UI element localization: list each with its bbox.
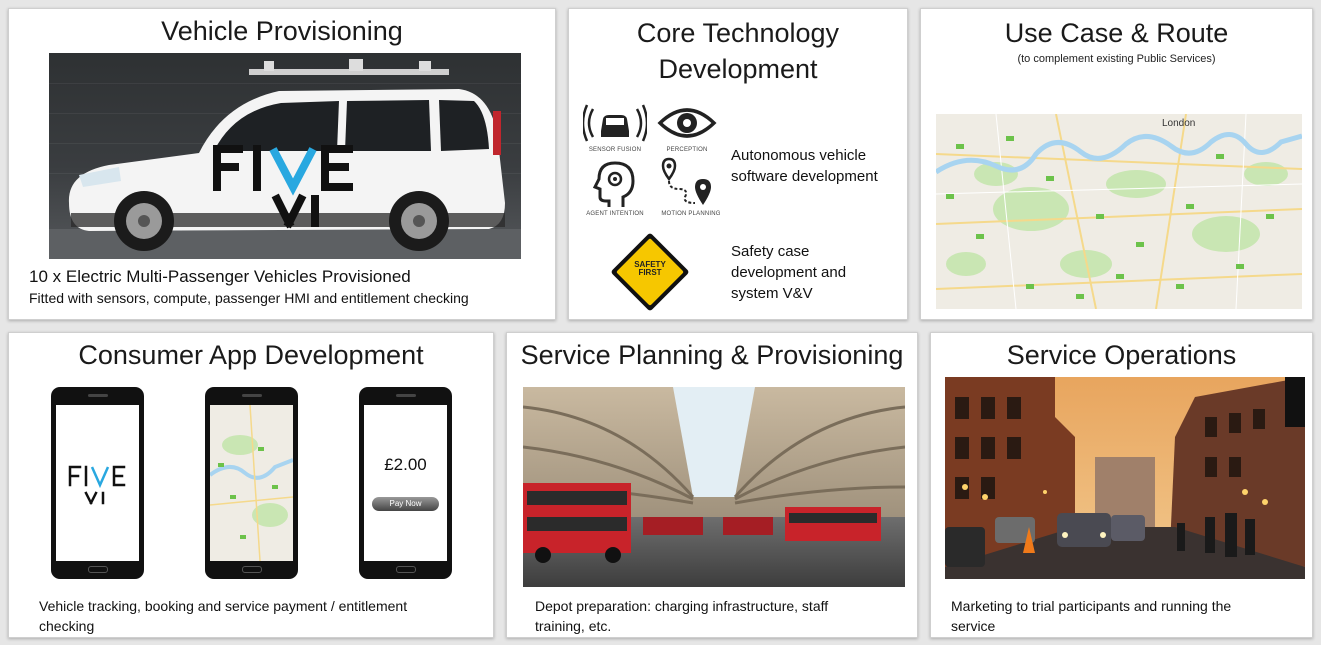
core-technology-panel: Core Technology Development Sensor Fusio… <box>568 8 908 320</box>
autonomous-software-text: Autonomous vehicle software development <box>731 145 878 187</box>
panel-subtitle: (to complement existing Public Services) <box>1017 53 1216 65</box>
panel-title: Use Case & Route <box>1004 18 1229 48</box>
service-operations-caption: Marketing to trial participants and runn… <box>951 597 1231 636</box>
text-line: Marketing to trial participants and runn… <box>951 598 1232 614</box>
phone-screen <box>56 405 139 561</box>
panel-title: Consumer App Development <box>78 340 424 370</box>
text-line: development and <box>731 264 847 281</box>
text-line: Vehicle tracking, booking and service pa… <box>39 598 408 614</box>
text-line: Safety case <box>731 243 810 260</box>
panel-title: Service Operations <box>1006 340 1237 370</box>
bus-depot-photo <box>523 387 905 587</box>
phone-screen: £2.00 Pay Now <box>364 405 447 561</box>
consumer-app-panel: Consumer App Development £2.00 Pay Now V… <box>8 332 494 638</box>
use-case-route-panel: Use Case & Route (to complement existing… <box>920 8 1313 320</box>
vehicle-caption-main: 10 x Electric Multi-Passenger Vehicles P… <box>29 267 411 286</box>
eye-icon <box>657 103 717 148</box>
vehicle-provisioning-panel: Vehicle Provisioning 10 x Electric Multi… <box>8 8 556 320</box>
phone-map-screen <box>205 387 298 579</box>
safety-sign-line2: FIRST <box>638 268 662 278</box>
phone-payment-screen: £2.00 Pay Now <box>359 387 452 579</box>
text-line: Depot preparation: charging infrastructu… <box>535 598 829 614</box>
vehicle-brand-logo <box>207 139 407 234</box>
service-planning-panel: Service Planning & Provisioning Depot pr… <box>506 332 918 638</box>
agent-intention-label: Agent Intention <box>586 211 644 217</box>
text-line: software development <box>731 168 878 185</box>
price-label: £2.00 <box>384 455 427 474</box>
consumer-app-caption: Vehicle tracking, booking and service pa… <box>39 597 407 636</box>
panel-title: Vehicle Provisioning <box>161 16 403 46</box>
perception-label: Perception <box>666 147 708 153</box>
panel-title-line1: Core Technology <box>636 18 840 48</box>
phone-brand-screen <box>51 387 144 579</box>
text-line: training, etc. <box>535 617 612 634</box>
service-planning-caption: Depot preparation: charging infrastructu… <box>535 597 828 636</box>
panel-title-line2: Development <box>658 54 818 84</box>
phone-screen <box>210 405 293 561</box>
service-operations-panel: Service Operations Marketing to trial pa… <box>930 332 1313 638</box>
text-line: system V&V <box>731 285 813 302</box>
text-line: Autonomous vehicle <box>731 147 867 164</box>
pay-now-button[interactable]: Pay Now <box>372 497 439 511</box>
sensor-fusion-icon <box>581 101 649 150</box>
motion-planning-label: Motion Planning <box>661 211 721 217</box>
map-city-label: London <box>1162 118 1196 129</box>
london-map: London <box>936 114 1302 309</box>
street-scene-photo <box>945 377 1305 579</box>
panel-title: Service Planning & Provisioning <box>520 340 904 370</box>
vehicle-caption-sub: Fitted with sensors, compute, passenger … <box>29 290 469 306</box>
safety-case-text: Safety case development and system V&V <box>731 241 846 304</box>
route-pin-icon <box>661 157 717 214</box>
text-line: service <box>951 617 996 634</box>
head-gear-icon <box>592 159 637 214</box>
sensor-fusion-label: Sensor Fusion <box>588 147 642 153</box>
vehicle-photo <box>49 53 521 259</box>
text-line: checking <box>39 617 95 634</box>
safety-first-sign-icon: SAFETY FIRST <box>609 231 691 318</box>
